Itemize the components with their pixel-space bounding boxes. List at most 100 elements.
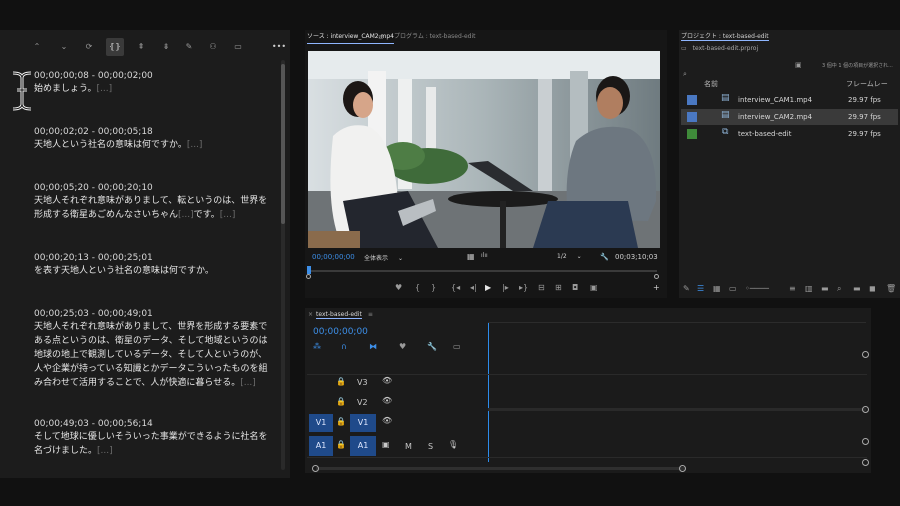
video-frame[interactable] bbox=[308, 51, 660, 248]
entry-text[interactable]: ある点というのは、衛星のデータ、そして地域というのは bbox=[34, 334, 284, 348]
lock-icon[interactable]: 🔒 bbox=[336, 417, 346, 426]
speaker-icon[interactable]: ⚇ bbox=[203, 38, 223, 56]
settings-wrench-icon[interactable]: 🔧 bbox=[427, 342, 437, 351]
time-ruler[interactable] bbox=[488, 322, 866, 323]
entry-text[interactable]: 地球の地上で観測しているデータ、そして人というのが、 bbox=[34, 348, 284, 362]
track-name[interactable]: A1 bbox=[350, 436, 376, 456]
column-name-header[interactable]: 名前 bbox=[704, 79, 718, 89]
entry-text[interactable]: 始めましょう。 bbox=[34, 84, 96, 94]
entry-text[interactable]: 天地人それぞれ意味がありまして、世界を形成する要素で bbox=[34, 320, 284, 334]
scroll-handle[interactable] bbox=[862, 459, 869, 466]
entry-text[interactable]: 天地人という社名の意味は何ですか。 bbox=[34, 140, 187, 150]
trash-icon[interactable]: 🗑 bbox=[886, 284, 896, 293]
new-bin-icon[interactable]: ▣ bbox=[795, 61, 802, 69]
step-forward-icon[interactable]: |▸ bbox=[502, 283, 509, 292]
entry-ellipsis[interactable]: [...] bbox=[240, 378, 256, 388]
sort-icon[interactable]: ≡ bbox=[789, 284, 796, 293]
entry-text[interactable]: 名づけました。 bbox=[34, 446, 97, 456]
tab-project[interactable]: プロジェクト : text-based-edit bbox=[681, 31, 769, 41]
pencil-icon[interactable]: ✎ bbox=[683, 284, 690, 293]
zoom-handle-right[interactable] bbox=[654, 274, 659, 279]
source-scrubber[interactable] bbox=[309, 270, 657, 272]
lock-icon[interactable]: 🔒 bbox=[336, 377, 346, 386]
source-track-v1[interactable]: V1 bbox=[309, 414, 333, 432]
icon-view-icon[interactable]: ▦ bbox=[713, 284, 721, 293]
merge-up-icon[interactable]: ⇞ bbox=[132, 38, 150, 56]
sync-lock-icon[interactable]: ▣ bbox=[382, 440, 390, 449]
marker-icon[interactable]: ♥ bbox=[395, 283, 402, 292]
project-search-input[interactable]: ⌕ bbox=[683, 61, 793, 78]
source-timecode-left[interactable]: 00;00;00;00 bbox=[312, 253, 355, 261]
track-name[interactable]: V2 bbox=[357, 398, 368, 407]
entry-ellipsis[interactable]: [...] bbox=[220, 210, 236, 220]
nest-icon[interactable]: ⁂ bbox=[313, 342, 321, 351]
transcript-entry[interactable]: 00;00;02;02 - 00;00;05;18 天地人という社名の意味は何で… bbox=[34, 126, 284, 152]
transcript-scroll-thumb[interactable] bbox=[281, 64, 285, 224]
project-item[interactable]: ▤ interview_CAM1.mp4 29.97 fps bbox=[681, 92, 898, 108]
menu-icon[interactable]: ≡ bbox=[368, 311, 373, 318]
eye-icon[interactable]: 👁 bbox=[382, 376, 392, 385]
lock-icon[interactable]: 🔒 bbox=[336, 397, 346, 406]
entry-ellipsis[interactable]: [...] bbox=[187, 140, 203, 150]
clip-icon[interactable]: ▭ bbox=[228, 38, 248, 56]
go-to-out-icon[interactable]: ▸} bbox=[519, 283, 528, 292]
microphone-icon[interactable]: 🎙 bbox=[448, 440, 458, 449]
entry-ellipsis[interactable]: [...] bbox=[178, 210, 194, 220]
mute-button[interactable]: M bbox=[405, 442, 412, 451]
timeline-horizontal-scrollbar[interactable] bbox=[316, 467, 686, 470]
timeline-playhead[interactable] bbox=[488, 322, 489, 462]
entry-text[interactable]: 天地人それぞれ意味がありまして、転というのは、世界を bbox=[34, 194, 284, 208]
entry-text[interactable]: 人や企業が持っている知識とかデータこういったものを組 bbox=[34, 362, 284, 376]
overwrite-icon[interactable]: ⊞ bbox=[555, 283, 562, 292]
fit-dropdown[interactable]: 全体表示 ⌄ bbox=[364, 253, 403, 262]
solo-button[interactable]: S bbox=[428, 442, 433, 451]
pencil-icon[interactable]: ✎ bbox=[180, 38, 198, 56]
drag-audio-icon[interactable]: ılıı bbox=[481, 252, 488, 259]
chevron-down-icon[interactable]: ⌄ bbox=[55, 38, 73, 56]
project-item-selected[interactable]: ▤ interview_CAM2.mp4 29.97 fps bbox=[681, 109, 898, 125]
entry-text[interactable]: 形成する衛星あごめんなさいちゃん bbox=[34, 210, 178, 220]
resolution-dropdown[interactable]: 1/2 ⌄ bbox=[557, 253, 582, 260]
column-fps-header[interactable]: フレームレー bbox=[846, 79, 888, 89]
transcript-entry[interactable]: 00;00;00;08 - 00;00;02;00 始めましょう。[...] bbox=[34, 70, 284, 96]
caption-split-icon[interactable]: ⦃⦄ bbox=[106, 38, 124, 56]
entry-text[interactable]: そして地球に優しいそういった事業ができるように社名を bbox=[34, 430, 284, 444]
more-icon[interactable]: ••• bbox=[270, 38, 288, 56]
scroll-handle[interactable] bbox=[862, 351, 869, 358]
settings-wrench-icon[interactable]: 🔧 bbox=[600, 253, 609, 261]
project-item[interactable]: ⧉ text-based-edit 29.97 fps bbox=[681, 126, 898, 142]
button-editor-icon[interactable]: ▣ bbox=[590, 283, 598, 292]
eye-icon[interactable]: 👁 bbox=[382, 396, 392, 405]
automate-icon[interactable]: ▥ bbox=[805, 284, 813, 293]
snap-magnet-icon[interactable]: ∩ bbox=[341, 342, 347, 351]
entry-text[interactable]: を表す天地人という社名の意味は何ですか。 bbox=[34, 264, 284, 278]
linked-selection-icon[interactable]: ⧓ bbox=[369, 342, 377, 351]
transcript-entry[interactable]: 00;00;49;03 - 00;00;56;14 そして地球に優しいそういった… bbox=[34, 418, 284, 458]
freeform-view-icon[interactable]: ▭ bbox=[729, 284, 737, 293]
playhead[interactable] bbox=[307, 266, 311, 274]
entry-text[interactable]: み合わせて活用することで、人が快適に暮らせる。 bbox=[34, 378, 240, 388]
mark-in-icon[interactable]: { bbox=[415, 283, 420, 292]
entry-ellipsis[interactable]: [...] bbox=[96, 84, 112, 94]
entry-text[interactable]: です。 bbox=[194, 210, 220, 220]
drag-video-icon[interactable]: ▦ bbox=[467, 252, 475, 261]
transcript-entry[interactable]: 00;00;25;03 - 00;00;49;01 天地人それぞれ意味がありまし… bbox=[34, 308, 284, 390]
transcript-entry[interactable]: 00;00;05;20 - 00;00;20;10 天地人それぞれ意味がありまし… bbox=[34, 182, 284, 222]
scroll-handle[interactable] bbox=[862, 438, 869, 445]
zoom-slider[interactable]: ◦──── bbox=[745, 284, 785, 293]
mark-out-icon[interactable]: } bbox=[431, 283, 436, 292]
zoom-handle-left[interactable] bbox=[306, 274, 311, 279]
menu-icon[interactable]: ≡ bbox=[378, 31, 384, 43]
go-to-in-icon[interactable]: {◂ bbox=[451, 283, 460, 292]
scroll-handle[interactable] bbox=[312, 465, 319, 472]
folder-icon[interactable]: ▬ bbox=[821, 284, 829, 293]
scroll-handle[interactable] bbox=[679, 465, 686, 472]
eye-icon[interactable]: 👁 bbox=[382, 416, 392, 425]
captions-icon[interactable]: ▭ bbox=[453, 342, 461, 351]
timeline-timecode[interactable]: 00;00;00;00 bbox=[313, 327, 368, 337]
find-icon[interactable]: ⌕ bbox=[837, 284, 841, 294]
sync-icon[interactable]: ⟳ bbox=[80, 38, 98, 56]
step-back-icon[interactable]: ◂| bbox=[470, 283, 477, 292]
play-icon[interactable]: ▶ bbox=[485, 283, 491, 292]
scroll-handle[interactable] bbox=[862, 406, 869, 413]
